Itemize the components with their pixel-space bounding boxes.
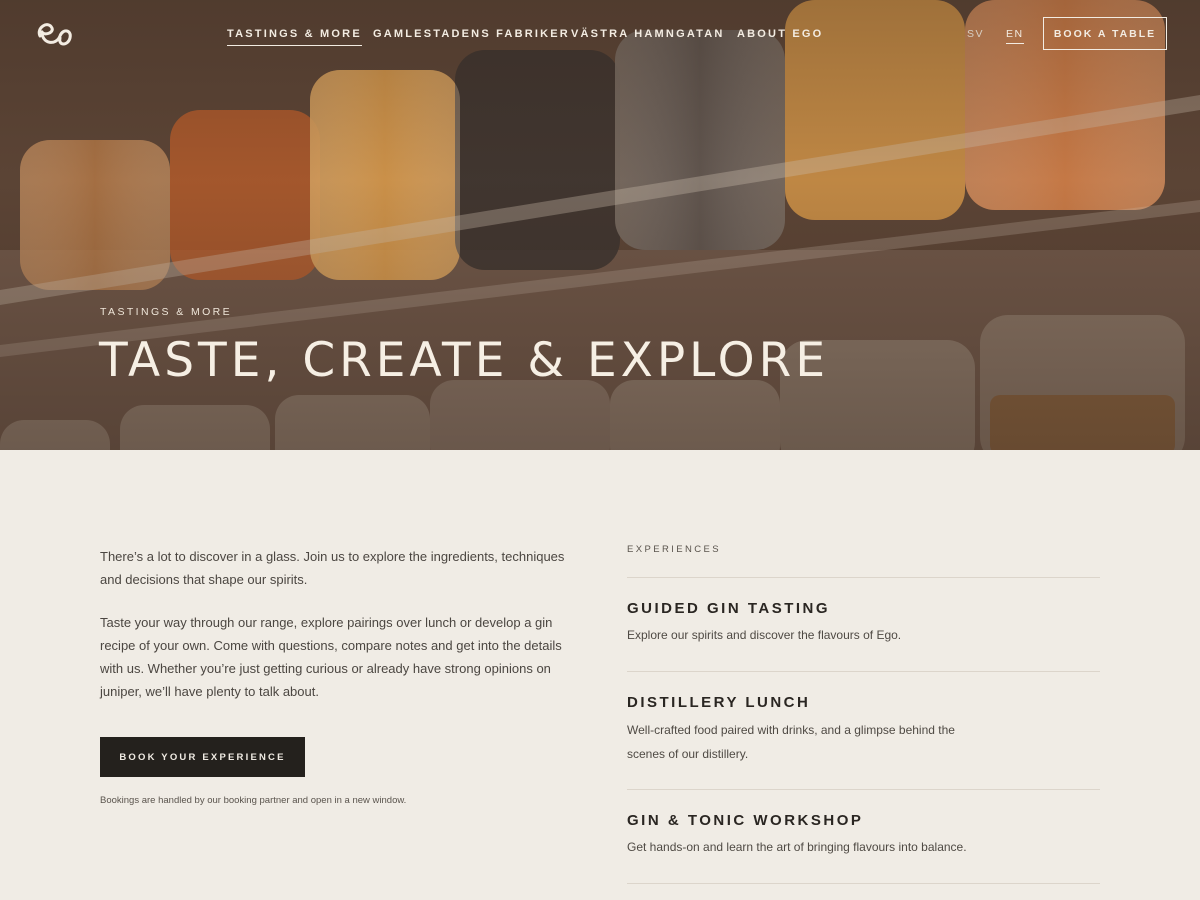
hero-banner: TASTINGS & MORE GAMLESTADENS FABRIKER VÄ… <box>0 0 1200 450</box>
nav-item-gamlestadens-fabriker[interactable]: GAMLESTADENS FABRIKER <box>373 28 570 40</box>
book-experience-button[interactable]: BOOK YOUR EXPERIENCE <box>100 737 305 777</box>
experience-item[interactable]: GIN & TONIC WORKSHOP Get hands-on and le… <box>627 789 1100 883</box>
hero-eyebrow: TASTINGS & MORE <box>100 306 233 318</box>
experience-item[interactable]: GUIDED GIN TASTING Explore our spirits a… <box>627 577 1100 671</box>
experience-title: GUIDED GIN TASTING <box>627 600 831 617</box>
page-title: TASTE, CREATE & EXPLORE <box>99 333 830 388</box>
main-nav: TASTINGS & MORE GAMLESTADENS FABRIKER VÄ… <box>0 28 1200 48</box>
language-en[interactable]: EN <box>1006 28 1024 44</box>
experience-title: DISTILLERY LUNCH <box>627 694 811 711</box>
experience-description: Get hands-on and learn the art of bringi… <box>627 840 967 854</box>
experiences-heading: EXPERIENCES <box>627 544 721 555</box>
nav-item-about-ego[interactable]: ABOUT EGO <box>737 28 823 40</box>
nav-item-tastings[interactable]: TASTINGS & MORE <box>227 28 362 46</box>
intro-paragraph: There’s a lot to discover in a glass. Jo… <box>100 549 565 587</box>
nav-item-vastra-hamngatan[interactable]: VÄSTRA HAMNGATAN <box>571 28 725 40</box>
intro-section: There’s a lot to discover in a glass. Jo… <box>100 545 580 723</box>
book-table-button[interactable]: BOOK A TABLE <box>1043 17 1167 50</box>
experience-item[interactable]: DISTILLERY LUNCH Well-crafted food paire… <box>627 671 1100 789</box>
experience-description: Well-crafted food paired with drinks, an… <box>627 723 955 761</box>
intro-paragraph: Taste your way through our range, explor… <box>100 615 562 699</box>
booking-note: Bookings are handled by our booking part… <box>100 795 407 806</box>
experiences-section: EXPERIENCES GUIDED GIN TASTING Explore o… <box>627 544 1100 884</box>
divider <box>627 883 1100 884</box>
language-sv[interactable]: SV <box>967 28 984 40</box>
experience-title: GIN & TONIC WORKSHOP <box>627 812 864 829</box>
experience-description: Explore our spirits and discover the fla… <box>627 628 902 642</box>
